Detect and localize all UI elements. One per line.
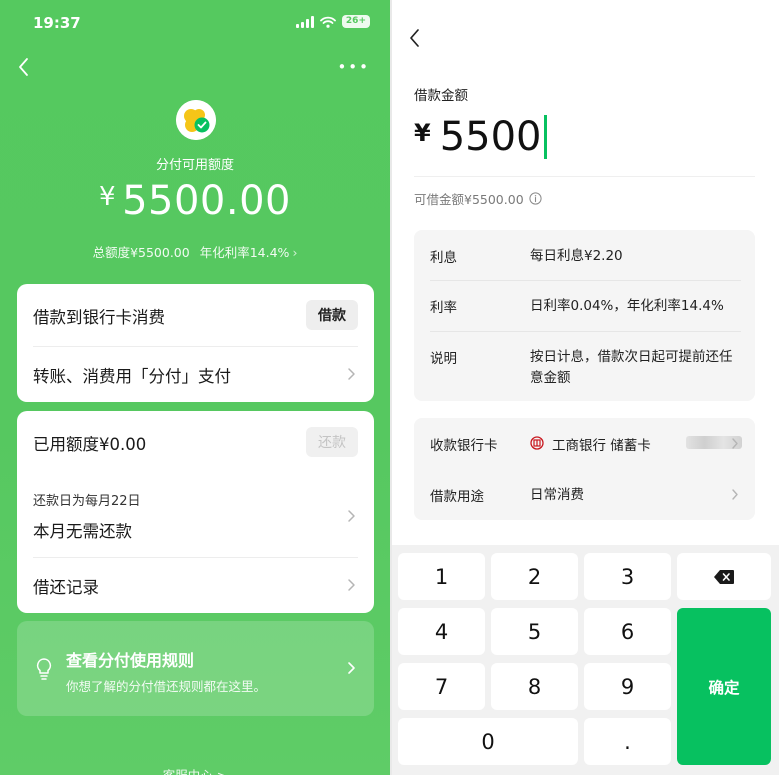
credit-summary[interactable]: 总额度¥5500.00 年化利率14.4% › xyxy=(0,242,390,261)
status-bar: 19:37 26+ xyxy=(0,0,390,44)
rules-subtitle: 你想了解的分付借还规则都在这里。 xyxy=(66,679,267,694)
bulb-icon xyxy=(36,658,52,680)
repay-status: 本月无需还款 xyxy=(33,522,132,541)
repay-schedule-row[interactable]: 还款日为每月22日 本月无需还款 xyxy=(17,481,374,555)
credit-amount: ¥5500.00 xyxy=(0,178,390,224)
borrow-card: 借款到银行卡消费 借款 转账、消费用「分付」支付 xyxy=(17,284,374,402)
backspace-key[interactable] xyxy=(677,553,771,600)
key-9[interactable]: 9 xyxy=(584,663,671,710)
loan-amount-input[interactable]: ¥5500 xyxy=(414,114,547,160)
credit-label: 分付可用额度 xyxy=(155,158,234,173)
wifi-icon xyxy=(320,16,336,28)
interest-label: 利息 xyxy=(430,250,457,266)
key-8[interactable]: 8 xyxy=(491,663,578,710)
bank-row[interactable]: 收款银行卡 工商银行 储蓄卡 xyxy=(414,418,755,469)
bank-purpose-box: 收款银行卡 工商银行 储蓄卡 借款用途 日常消费 xyxy=(414,418,755,520)
key-dot[interactable]: . xyxy=(584,718,671,765)
rate-label: 利率 xyxy=(430,300,457,316)
nav-bar: ••• xyxy=(0,56,390,80)
bank-label: 收款银行卡 xyxy=(430,438,498,454)
loan-details: 利息 每日利息¥2.20 利率 日利率0.04%，年化利率14.4% 说明 按日… xyxy=(414,230,755,401)
used-limit-label: 已用额度¥0.00 xyxy=(33,435,147,454)
customer-service-link[interactable]: 客服中心 > xyxy=(0,765,390,775)
more-icon[interactable]: ••• xyxy=(337,60,370,75)
loan-amount-value: 5500 xyxy=(439,114,542,160)
chevron-right-icon xyxy=(732,438,738,449)
borrow-row-label: 借款到银行卡消费 xyxy=(33,308,165,327)
repay-card: 已用额度¥0.00 还款 还款日为每月22日 本月无需还款 借还记录 xyxy=(17,411,374,613)
purpose-row[interactable]: 借款用途 日常消费 xyxy=(414,469,755,520)
back-icon[interactable] xyxy=(408,28,420,48)
back-icon[interactable] xyxy=(16,56,30,78)
info-icon[interactable] xyxy=(529,192,542,205)
borrow-button[interactable]: 借款 xyxy=(306,300,358,330)
bank-value: 工商银行 储蓄卡 xyxy=(552,438,651,454)
status-icons: 26+ xyxy=(295,15,370,28)
available-amount-text: 可借金额¥5500.00 xyxy=(414,192,524,207)
rate-value: 日利率0.04%，年化利率14.4% xyxy=(530,298,724,314)
divider xyxy=(430,331,741,332)
used-limit-row: 已用额度¥0.00 还款 xyxy=(17,411,374,473)
key-1[interactable]: 1 xyxy=(398,553,485,600)
loan-amount-label: 借款金额 xyxy=(414,88,468,104)
repay-button[interactable]: 还款 xyxy=(306,427,358,457)
transfer-pay-row[interactable]: 转账、消费用「分付」支付 xyxy=(17,346,374,402)
key-0[interactable]: 0 xyxy=(398,718,578,765)
rules-card[interactable]: 查看分付使用规则 你想了解的分付借还规则都在这里。 xyxy=(17,621,374,716)
purpose-value: 日常消费 xyxy=(530,487,584,503)
credit-amount-value: 5500.00 xyxy=(122,178,291,224)
fenfu-home-screen: 19:37 26+ ••• 分付可用额度 ¥5500.00 总额度¥5500.0… xyxy=(0,0,390,775)
credit-currency: ¥ xyxy=(99,182,117,212)
transfer-row-label: 转账、消费用「分付」支付 xyxy=(33,367,231,386)
confirm-button[interactable]: 确定 xyxy=(677,608,771,765)
loan-currency: ¥ xyxy=(414,119,431,147)
repay-day: 还款日为每月22日 xyxy=(33,494,141,509)
note-label: 说明 xyxy=(430,351,457,367)
borrow-to-bank-row[interactable]: 借款到银行卡消费 借款 xyxy=(17,284,374,346)
key-5[interactable]: 5 xyxy=(491,608,578,655)
total-limit: 总额度¥5500.00 xyxy=(92,245,190,260)
chevron-right-icon xyxy=(348,579,355,591)
available-amount: 可借金额¥5500.00 xyxy=(414,189,542,208)
bank-logo-icon xyxy=(530,436,544,450)
key-3[interactable]: 3 xyxy=(584,553,671,600)
interest-value: 每日利息¥2.20 xyxy=(530,248,623,264)
key-7[interactable]: 7 xyxy=(398,663,485,710)
numeric-keypad: 1 2 3 4 5 6 7 8 9 0 . 确定 xyxy=(392,545,779,775)
fenfu-logo-icon xyxy=(176,100,216,140)
key-6[interactable]: 6 xyxy=(584,608,671,655)
battery-icon: 26+ xyxy=(341,15,370,28)
signal-icon xyxy=(295,15,314,28)
divider xyxy=(414,176,755,177)
annual-rate: 年化利率14.4% xyxy=(199,245,290,260)
purpose-label: 借款用途 xyxy=(430,489,484,505)
chevron-right-icon xyxy=(348,510,355,522)
chevron-right-icon xyxy=(348,368,355,380)
key-4[interactable]: 4 xyxy=(398,608,485,655)
borrow-screen: 借款金额 ¥5500 可借金额¥5500.00 利息 每日利息¥2.20 利率 … xyxy=(392,0,779,775)
chevron-right-icon xyxy=(732,489,738,500)
rules-title: 查看分付使用规则 xyxy=(66,651,195,670)
records-row[interactable]: 借还记录 xyxy=(17,557,374,613)
chevron-right-icon xyxy=(348,662,355,674)
backspace-icon xyxy=(714,569,734,584)
note-value: 按日计息，借款次日起可提前还任意金额 xyxy=(530,349,733,386)
divider xyxy=(430,280,741,281)
records-label: 借还记录 xyxy=(33,578,99,597)
chevron-right-icon: › xyxy=(292,245,298,260)
text-cursor xyxy=(543,115,547,159)
key-2[interactable]: 2 xyxy=(491,553,578,600)
status-time: 19:37 xyxy=(33,14,81,32)
